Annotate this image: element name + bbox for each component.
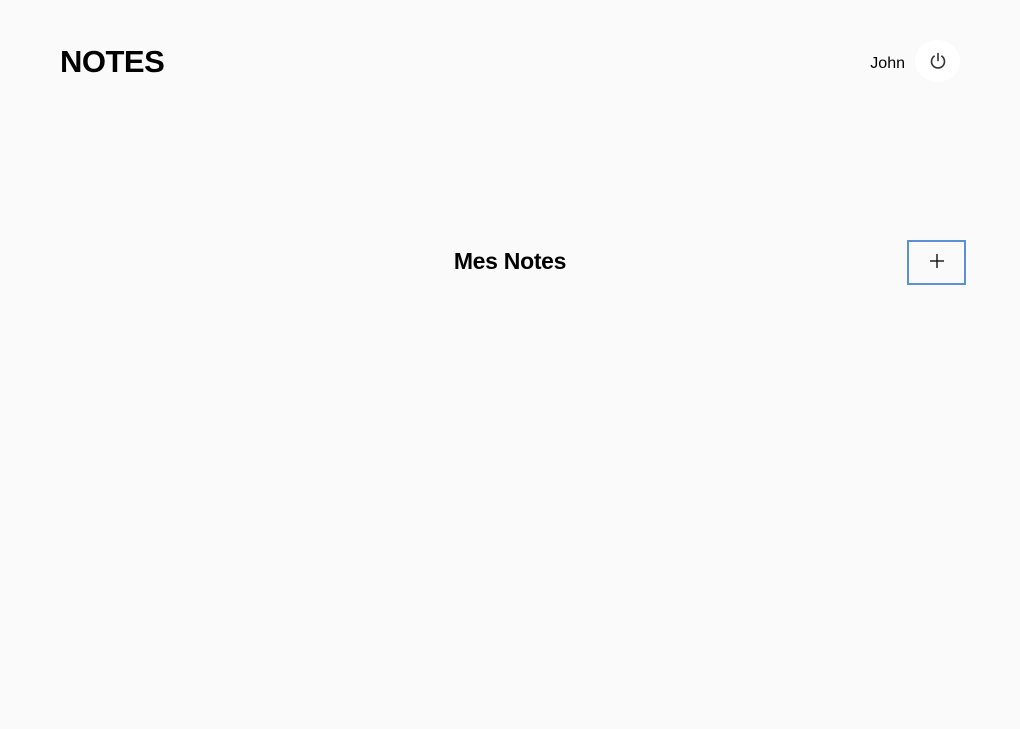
logout-button[interactable] <box>915 40 960 82</box>
power-icon <box>928 51 948 71</box>
section-title: Mes Notes <box>453 248 567 274</box>
user-area: John <box>870 40 960 82</box>
user-name: John <box>870 55 905 72</box>
notes-page: NOTES John Mes Notes <box>0 0 1020 729</box>
add-note-button[interactable] <box>907 240 966 285</box>
app-title: NOTES <box>60 44 165 79</box>
plus-icon <box>929 254 945 269</box>
